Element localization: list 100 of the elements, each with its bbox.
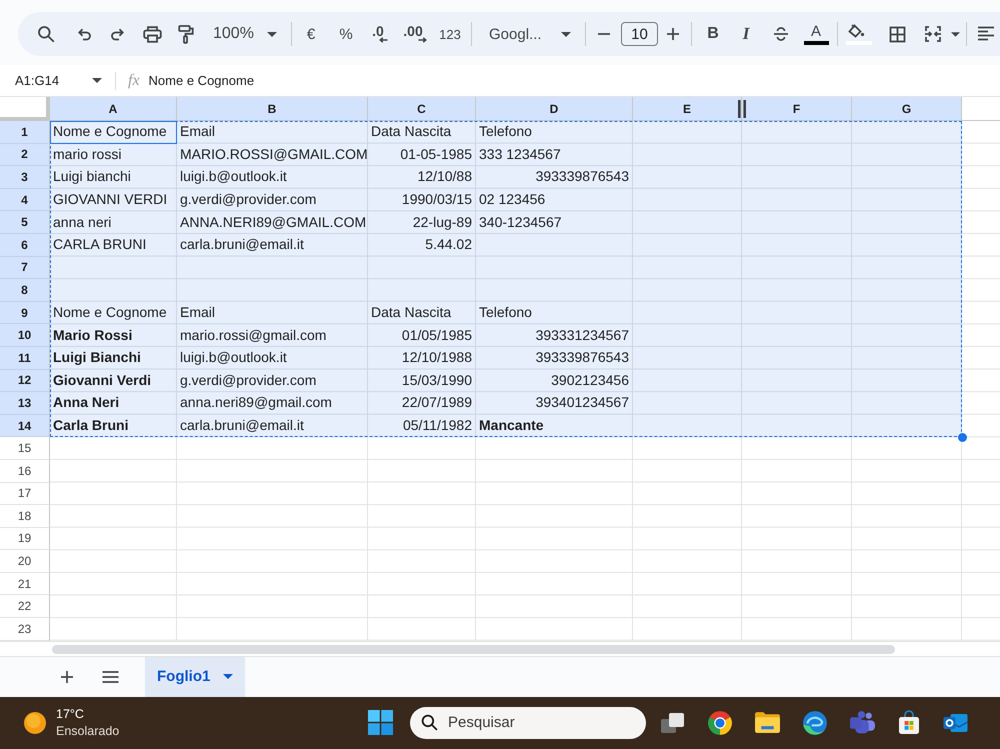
column-resize-icon[interactable] — [738, 100, 746, 118]
table-cell-text: Mancante — [478, 416, 545, 436]
italic-button[interactable]: I — [732, 18, 760, 50]
table-cell-text: Data Nascita — [370, 122, 452, 142]
table-cell-text: MARIO.ROSSI@GMAIL.COM — [179, 144, 368, 164]
column-header[interactable]: G — [852, 97, 962, 121]
scrollbar-thumb[interactable] — [52, 644, 895, 654]
table-cell-text: 393339876543 — [534, 348, 630, 368]
row-header[interactable]: 9 — [0, 302, 50, 324]
table-cell-text: 333 1234567 — [478, 144, 562, 164]
table-cell-text: 22/07/1989 — [400, 393, 473, 412]
menu-icon — [102, 670, 118, 683]
folder-icon[interactable] — [754, 711, 781, 734]
color-swatch-icon — [804, 40, 828, 44]
search-icon — [37, 25, 55, 43]
bold-button[interactable]: B — [699, 18, 727, 50]
increase-decimals-button[interactable]: .00 — [401, 18, 429, 50]
table-cell-text: Email — [179, 122, 216, 142]
table-cell-text: 393401234567 — [534, 393, 630, 412]
table-cell-text: 340-1234567 — [478, 212, 563, 232]
browser-icon[interactable] — [802, 710, 828, 736]
row-header[interactable]: 17 — [0, 482, 50, 506]
table-cell-text: anna neri — [52, 212, 112, 232]
currency-button[interactable]: € — [297, 18, 325, 50]
browser-icon[interactable] — [707, 710, 733, 736]
table-cell-text: anna.neri89@gmail.com — [179, 393, 333, 412]
start-menu-icon[interactable] — [368, 710, 393, 736]
row-header[interactable]: 20 — [0, 550, 50, 573]
redo-icon — [110, 26, 126, 42]
arrow-right-icon — [418, 37, 427, 43]
column-header[interactable]: D — [476, 97, 633, 121]
table-cell: Nome e Cognome — [50, 121, 177, 144]
sun-icon[interactable] — [24, 712, 46, 734]
table-cell-text: Anna Neri — [52, 393, 120, 412]
row-header[interactable]: 5 — [0, 211, 50, 234]
row-header[interactable]: 16 — [0, 460, 50, 482]
selection-handle-icon[interactable] — [958, 432, 966, 442]
row-header[interactable]: 13 — [0, 392, 50, 415]
text-color-button[interactable]: A — [802, 18, 830, 50]
borders-icon — [888, 26, 906, 42]
table-cell-text: 12/10/1988 — [400, 348, 473, 368]
decrease-decimals-button[interactable]: .0 — [366, 18, 394, 50]
column-header[interactable]: B — [177, 97, 368, 121]
row-header[interactable]: 3 — [0, 166, 50, 189]
people-icon[interactable] — [849, 710, 876, 736]
caret-icon — [561, 32, 571, 36]
table-cell-text: luigi.b@outlook.it — [179, 167, 288, 186]
table-cell-text: luigi.b@outlook.it — [179, 348, 288, 368]
table-cell-text: 01/05/1985 — [400, 326, 473, 345]
row-header[interactable]: 1 — [0, 121, 50, 144]
table-cell-text: 5.44.02 — [424, 235, 473, 254]
column-header[interactable]: F — [742, 97, 852, 121]
table-cell-text: GIOVANNI VERDI — [52, 190, 168, 210]
number-format-button[interactable]: 123 — [436, 18, 464, 50]
temperature-label: 17°C — [56, 707, 85, 722]
row-header[interactable]: 23 — [0, 618, 50, 641]
column-header[interactable]: E — [633, 97, 742, 121]
row-header[interactable]: 10 — [0, 324, 50, 347]
table-cell-text: g.verdi@provider.com — [179, 190, 318, 210]
table-cell-text: 02 123456 — [478, 190, 546, 210]
column-header[interactable]: C — [368, 97, 476, 121]
row-header[interactable]: 14 — [0, 414, 50, 438]
sheet-tab[interactable]: Foglio1 — [145, 656, 245, 697]
row-header[interactable]: 11 — [0, 346, 50, 370]
undo-icon — [76, 26, 92, 42]
plus-icon — [60, 670, 74, 684]
printer-icon — [142, 26, 162, 42]
table-cell-text: Nome e Cognome — [52, 303, 168, 322]
align-left-icon — [977, 26, 995, 42]
taskbar-search-field[interactable]: Pesquisar — [410, 706, 646, 739]
table-cell-text: 12/10/88 — [416, 167, 473, 186]
row-header[interactable]: 7 — [0, 256, 50, 280]
zoom-dropdown[interactable]: 100% — [205, 18, 283, 50]
row-header[interactable]: 21 — [0, 572, 50, 596]
row-header[interactable]: 15 — [0, 437, 50, 460]
search-icon — [421, 714, 438, 732]
font-size-field[interactable]: 10 — [621, 22, 658, 46]
percent-button[interactable]: % — [332, 18, 360, 50]
font-dropdown[interactable]: Googl... — [480, 18, 578, 50]
row-header[interactable]: 12 — [0, 370, 50, 392]
arrow-left-icon — [378, 37, 388, 43]
name-box-field[interactable]: A1:G14 — [15, 68, 105, 92]
table-cell-text: Email — [179, 303, 216, 322]
column-header[interactable]: A — [50, 97, 177, 121]
caret-icon — [92, 78, 102, 83]
row-header[interactable]: 6 — [0, 234, 50, 257]
row-header[interactable]: 19 — [0, 528, 50, 550]
table-cell-text: Luigi bianchi — [52, 167, 132, 186]
row-header[interactable]: 2 — [0, 144, 50, 166]
row-header[interactable]: 22 — [0, 595, 50, 618]
formula-field[interactable]: Nome e Cognome — [148, 73, 254, 88]
row-header[interactable]: 4 — [0, 188, 50, 212]
task-view-icon[interactable] — [660, 710, 686, 735]
shopping-bag-icon[interactable] — [897, 710, 921, 736]
table-cell-text: Giovanni Verdi — [52, 370, 152, 390]
row-header[interactable]: 18 — [0, 505, 50, 528]
table-cell-text: 393339876543 — [534, 167, 630, 186]
function-label: fx — [128, 72, 140, 90]
table-cell-text: Data Nascita — [370, 303, 452, 322]
row-header[interactable]: 8 — [0, 279, 50, 302]
